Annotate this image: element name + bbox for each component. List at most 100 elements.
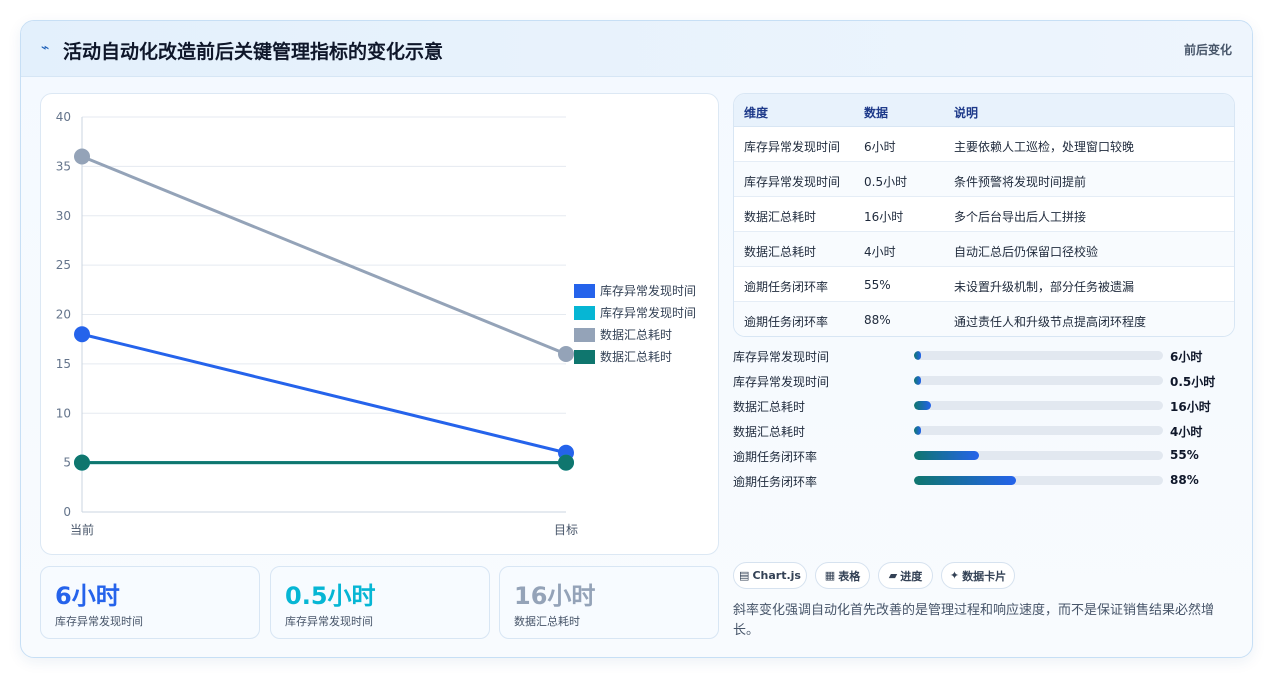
progress-label: 库存异常发现时间	[733, 375, 830, 389]
progress-fill	[914, 401, 932, 410]
table-cell: 自动汇总后仍保留口径校验	[954, 245, 1099, 259]
progress-row: 逾期任务闭环率 55%	[733, 446, 1233, 466]
chip-label: 表格	[838, 569, 861, 583]
y-tick-label: 20	[56, 308, 71, 322]
stat-label: 库存异常发现时间	[55, 615, 143, 628]
line-chart-panel: 0 5 10 15 20 25 30 35 40 当前 目标 库存异常发现时间 库存异常发现时间 数据汇总…	[40, 93, 719, 555]
x-tick-label: 当前	[70, 522, 94, 537]
stat-value: 16小时	[514, 582, 596, 610]
progress-row: 逾期任务闭环率 88%	[733, 471, 1233, 491]
progress-track	[914, 476, 1163, 485]
series-line	[81, 332, 567, 455]
chip-chartjs[interactable]: ▤ Chart.js	[733, 562, 807, 589]
data-point	[74, 148, 90, 165]
column-header: 维度	[744, 106, 769, 120]
table-cell: 通过责任人和升级节点提高闭环程度	[954, 315, 1147, 329]
legend-swatch	[574, 284, 595, 298]
stat-card: 6小时 库存异常发现时间	[40, 566, 260, 639]
header-tag: 前后变化	[1183, 43, 1232, 57]
progress-value: 6小时	[1170, 350, 1203, 364]
legend-label: 库存异常发现时间	[600, 283, 696, 298]
progress-label: 数据汇总耗时	[733, 425, 806, 439]
table-cell: 16小时	[864, 210, 904, 224]
table-cell: 未设置升级机制，部分任务被遗漏	[954, 280, 1135, 294]
progress-fill	[914, 376, 922, 385]
chart-icon: ▤	[739, 569, 750, 582]
progress-track	[914, 376, 1163, 385]
table-cell: 数据汇总耗时	[744, 245, 817, 259]
progress-fill	[914, 426, 922, 435]
chip-label: 进度	[900, 569, 923, 583]
table-row: 库存异常发现时间 0.5小时 条件预警将发现时间提前	[734, 162, 1234, 197]
data-point	[74, 326, 90, 343]
progress-row: 库存异常发现时间 6小时	[733, 346, 1233, 366]
progress-fill	[914, 476, 1017, 485]
sparkle-icon: ✦	[949, 569, 960, 582]
stat-label: 库存异常发现时间	[285, 615, 373, 628]
column-header: 说明	[954, 106, 979, 120]
progress-label: 逾期任务闭环率	[733, 450, 818, 464]
data-point	[558, 454, 574, 471]
progress-row: 数据汇总耗时 4小时	[733, 421, 1233, 441]
legend-label: 库存异常发现时间	[600, 305, 696, 320]
table-icon: ▦	[824, 569, 836, 582]
y-tick-label: 30	[56, 209, 71, 223]
legend-label: 数据汇总耗时	[600, 327, 672, 342]
table-cell: 数据汇总耗时	[744, 210, 817, 224]
table-row: 库存异常发现时间 6小时 主要依赖人工巡检，处理窗口较晚	[734, 127, 1234, 162]
stat-value: 6小时	[55, 582, 120, 610]
data-point	[558, 346, 574, 362]
progress-fill	[914, 351, 922, 360]
table-cell: 55%	[864, 278, 891, 292]
chip-data-card[interactable]: ✦ 数据卡片	[941, 562, 1015, 589]
progress-label: 逾期任务闭环率	[733, 475, 818, 489]
progress-value: 0.5小时	[1170, 375, 1216, 389]
y-tick-label: 15	[56, 357, 71, 371]
table-row: 逾期任务闭环率 88% 通过责任人和升级节点提高闭环程度	[734, 302, 1234, 336]
chip-label: Chart.js	[752, 569, 801, 582]
progress-track	[914, 451, 1163, 460]
progress-track	[914, 351, 1163, 360]
data-point	[74, 454, 90, 471]
progress-value: 4小时	[1170, 425, 1203, 439]
table-row: 数据汇总耗时 16小时 多个后台导出后人工拼接	[734, 197, 1234, 232]
table-cell: 逾期任务闭环率	[744, 280, 829, 294]
column-header: 数据	[864, 106, 889, 120]
progress-value: 88%	[1170, 473, 1199, 487]
legend-swatch	[574, 328, 595, 342]
y-tick-label: 25	[56, 258, 71, 272]
lightning-icon: ⌁	[41, 40, 50, 56]
progress-row: 数据汇总耗时 16小时	[733, 396, 1233, 416]
stat-card: 16小时 数据汇总耗时	[499, 566, 719, 639]
page-title: 活动自动化改造前后关键管理指标的变化示意	[63, 41, 444, 63]
chip-progress[interactable]: ▰ 进度	[878, 562, 933, 589]
stat-card: 0.5小时 库存异常发现时间	[270, 566, 490, 639]
progress-row: 库存异常发现时间 0.5小时	[733, 371, 1233, 391]
series-line	[81, 155, 567, 356]
progress-value: 16小时	[1170, 400, 1211, 414]
table-cell: 逾期任务闭环率	[744, 315, 829, 329]
table-cell: 库存异常发现时间	[744, 140, 841, 154]
table-cell: 6小时	[864, 140, 896, 154]
table-header: 维度 数据 说明	[734, 94, 1234, 127]
progress-label: 数据汇总耗时	[733, 400, 806, 414]
stat-label: 数据汇总耗时	[514, 615, 580, 628]
table-cell: 库存异常发现时间	[744, 175, 841, 189]
line-chart: 0 5 10 15 20 25 30 35 40 当前 目标 库存异常发现时间库存异常发现时间数据汇总…	[56, 110, 696, 537]
y-tick-label: 35	[56, 159, 71, 173]
y-tick-label: 0	[63, 505, 71, 519]
table-cell: 0.5小时	[864, 175, 908, 189]
table-cell: 条件预警将发现时间提前	[954, 175, 1087, 189]
progress-track	[914, 426, 1163, 435]
dashboard-card: ⌁ 活动自动化改造前后关键管理指标的变化示意 前后变化 0 5 10 15 20 25 30…	[20, 20, 1253, 658]
y-tick-label: 10	[56, 406, 71, 420]
chip-label: 数据卡片	[962, 569, 1007, 583]
y-tick-label: 40	[56, 110, 71, 124]
legend-label: 数据汇总耗时	[600, 349, 672, 364]
stat-value: 0.5小时	[285, 582, 376, 610]
progress-icon: ▰	[888, 569, 898, 582]
progress-value: 55%	[1170, 448, 1199, 462]
y-tick-label: 5	[63, 456, 71, 470]
chip-table[interactable]: ▦ 表格	[815, 562, 870, 589]
legend-swatch	[574, 306, 595, 320]
